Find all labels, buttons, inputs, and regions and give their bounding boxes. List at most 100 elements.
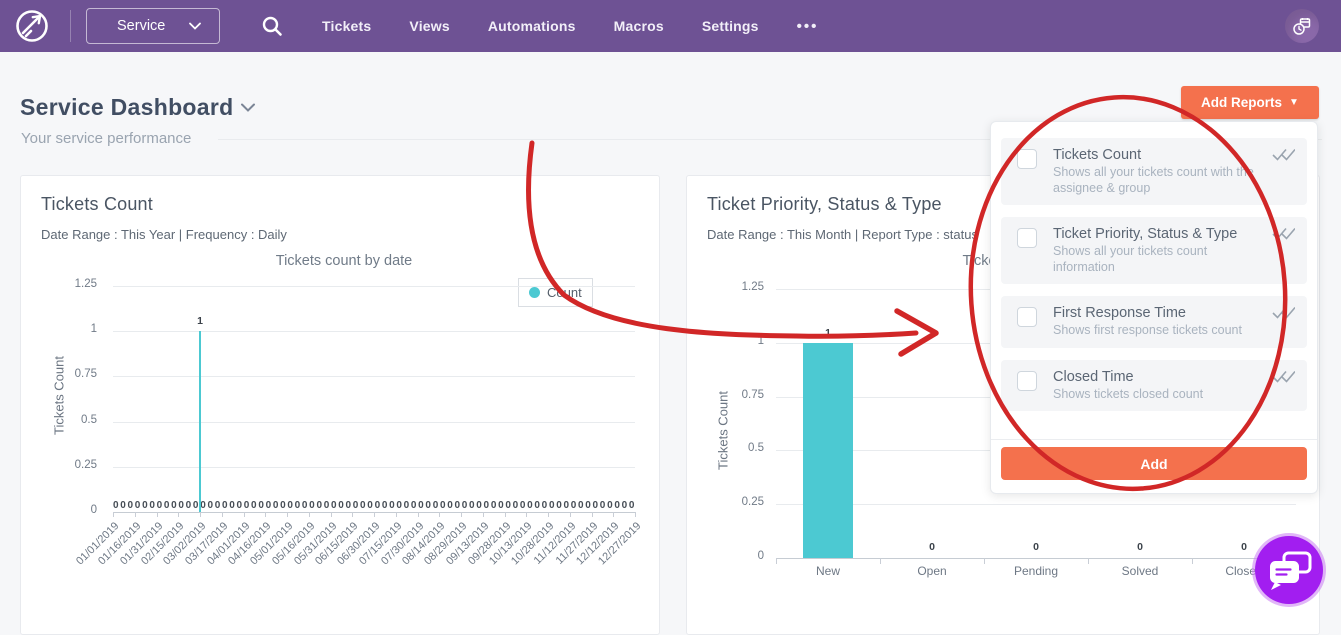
x-axis-tick: [505, 512, 506, 517]
zero-data-label: 0: [251, 500, 257, 511]
y-tick-label: 1: [704, 335, 764, 347]
add-reports-label: Add Reports: [1201, 95, 1282, 110]
x-axis-tick: [135, 512, 136, 517]
page-title-chevron-down-icon[interactable]: [240, 102, 256, 113]
chat-widget-button[interactable]: [1251, 532, 1327, 608]
zero-data-label: 0: [629, 500, 635, 511]
schedule-clock-calendar-icon[interactable]: [1285, 9, 1319, 43]
zero-data-label: 0: [258, 500, 264, 511]
zero-data-label: 0: [157, 500, 163, 511]
zero-data-label: 0: [222, 500, 228, 511]
y-tick-label: 0.75: [704, 389, 764, 401]
x-axis-tick: [483, 512, 484, 517]
zero-data-label: 0: [295, 500, 301, 511]
card-title: Ticket Priority, Status & Type: [707, 194, 942, 215]
product-switcher-dropdown[interactable]: Service: [86, 8, 220, 44]
zero-data-label: 0: [513, 500, 519, 511]
zero-data-label: 0: [120, 500, 126, 511]
x-axis-tick: [309, 512, 310, 517]
x-axis-tick: [265, 512, 266, 517]
checkbox[interactable]: [1017, 307, 1037, 327]
zero-data-label: 0: [593, 500, 599, 511]
add-reports-dropdown-panel: Tickets Count Shows all your tickets cou…: [990, 121, 1318, 494]
x-axis-tick: [222, 512, 223, 517]
chart-title: Tickets count by date: [84, 253, 604, 269]
zero-data-label: 0: [411, 500, 417, 511]
double-check-icon: [1271, 148, 1295, 162]
y-tick-label: 0.25: [704, 496, 764, 508]
nav-item-tickets[interactable]: Tickets: [322, 18, 371, 34]
zero-data-label: 0: [229, 500, 235, 511]
gridline: [113, 286, 635, 287]
card-title: Tickets Count: [41, 194, 153, 215]
card-subtitle: Date Range : This Month | Report Type : …: [707, 227, 978, 242]
brand-logo[interactable]: [13, 7, 51, 45]
search-icon[interactable]: [260, 14, 284, 38]
checkbox[interactable]: [1017, 371, 1037, 391]
x-axis-tick: [396, 512, 397, 517]
nav-more-button[interactable]: •••: [797, 18, 819, 35]
add-reports-button[interactable]: Add Reports ▼: [1181, 86, 1319, 119]
zero-data-label: 0: [476, 500, 482, 511]
category-label-open: Open: [880, 564, 984, 578]
x-axis-tick: [331, 512, 332, 517]
checkbox[interactable]: [1017, 149, 1037, 169]
report-option-title: Closed Time: [1053, 369, 1203, 386]
gridline: [113, 467, 635, 468]
zero-data-label: 0: [469, 500, 475, 511]
zero-data-label: 0: [556, 500, 562, 511]
zero-data-label: 0: [353, 500, 359, 511]
zero-data-label: 0: [607, 500, 613, 511]
double-check-icon: [1271, 306, 1295, 320]
y-tick-label: 0.5: [704, 442, 764, 454]
panel-divider: [991, 439, 1317, 440]
nav-item-automations[interactable]: Automations: [488, 18, 576, 34]
zero-data-label: 0: [622, 500, 628, 511]
chevron-down-icon: [189, 22, 201, 30]
x-axis-tick: [244, 512, 245, 517]
report-option-tickets-count[interactable]: Tickets Count Shows all your tickets cou…: [1001, 138, 1307, 205]
zero-data-label: 0: [215, 500, 221, 511]
data-label: 1: [193, 315, 207, 327]
report-option-ticket-priority-status-type[interactable]: Ticket Priority, Status & Type Shows all…: [1001, 217, 1307, 284]
y-tick-label: 0: [704, 550, 764, 562]
zero-data-label: 0: [505, 500, 511, 511]
nav-item-settings[interactable]: Settings: [702, 18, 759, 34]
report-option-closed-time[interactable]: Closed Time Shows tickets closed count: [1001, 360, 1307, 412]
zero-data-label: 0: [484, 500, 490, 511]
gridline: [113, 376, 635, 377]
zero-data-label: 0: [237, 500, 243, 511]
product-switcher-label: Service: [117, 18, 165, 34]
zero-data-label: 0: [389, 500, 395, 511]
checkbox[interactable]: [1017, 228, 1037, 248]
bar-new: [803, 343, 853, 558]
double-check-icon: [1271, 370, 1295, 384]
add-button[interactable]: Add: [1001, 447, 1307, 480]
nav-item-views[interactable]: Views: [409, 18, 449, 34]
x-axis-tick: [548, 512, 549, 517]
zero-data-label: 0: [1029, 541, 1043, 553]
page-title: Service Dashboard: [20, 94, 233, 121]
category-label-new: New: [776, 564, 880, 578]
top-navbar: Service Tickets Views Automations Macros…: [0, 0, 1341, 52]
zero-data-label: 0: [542, 500, 548, 511]
gridline: [113, 331, 635, 332]
gridline: [776, 504, 1296, 505]
x-axis-tick: [439, 512, 440, 517]
x-axis-tick: [113, 512, 114, 517]
zero-data-label: 0: [404, 500, 410, 511]
nav-item-macros[interactable]: Macros: [614, 18, 664, 34]
double-check-icon: [1271, 227, 1295, 241]
x-axis-tick: [287, 512, 288, 517]
zero-data-label: 0: [600, 500, 606, 511]
report-option-first-response-time[interactable]: First Response Time Shows first response…: [1001, 296, 1307, 348]
caret-down-icon: ▼: [1289, 98, 1299, 108]
x-axis-tick: [592, 512, 593, 517]
navbar-menu: Tickets Views Automations Macros Setting…: [322, 0, 818, 52]
zero-data-label: 0: [324, 500, 330, 511]
zero-data-label: 0: [571, 500, 577, 511]
zero-data-label: 0: [498, 500, 504, 511]
y-tick-label: 1.25: [37, 278, 97, 290]
zero-data-label: 0: [266, 500, 272, 511]
zero-data-label: 0: [338, 500, 344, 511]
